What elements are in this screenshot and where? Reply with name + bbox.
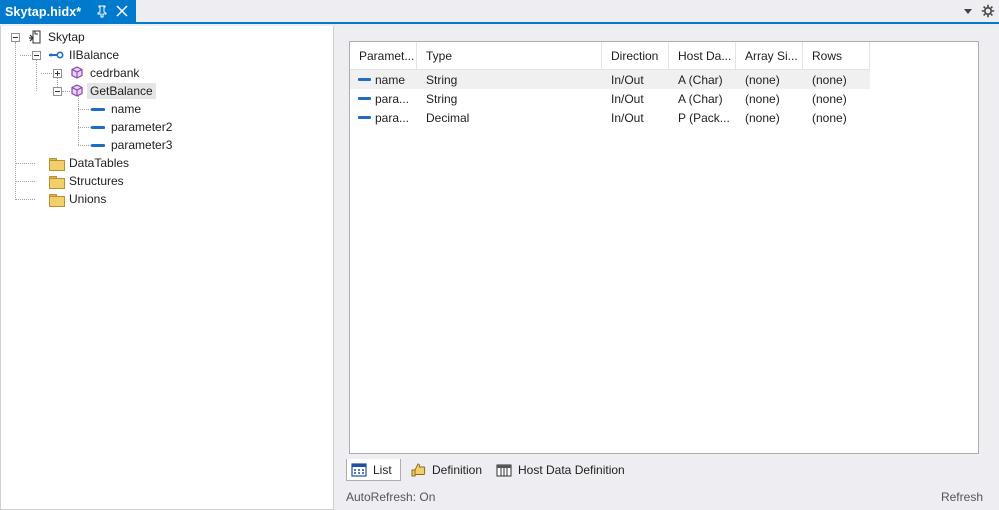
tree-line xyxy=(78,96,79,145)
chevron-down-icon[interactable] xyxy=(961,4,975,18)
cell-direction: In/Out xyxy=(611,72,644,87)
parameter-icon xyxy=(90,101,106,117)
column-header-array-size[interactable]: Array Si... xyxy=(736,42,803,70)
table-row[interactable]: para... Decimal In/Out P (Pack... (none)… xyxy=(350,108,870,127)
tree-node-interface[interactable]: IIBalance xyxy=(48,46,122,64)
tree-node-label: parameter3 xyxy=(111,138,173,152)
tree-node-label: Structures xyxy=(69,174,124,188)
interface-icon xyxy=(48,47,64,63)
tree-line xyxy=(15,42,16,200)
folder-icon xyxy=(48,191,65,207)
gear-icon[interactable] xyxy=(981,4,995,18)
host-data-icon xyxy=(496,462,512,478)
tree-node-folder[interactable]: DataTables xyxy=(48,154,132,172)
tree-node-label: GetBalance xyxy=(87,83,156,99)
tree-node-folder[interactable]: Unions xyxy=(48,190,109,208)
tab-list[interactable]: List xyxy=(346,459,401,481)
collapse-icon[interactable] xyxy=(11,33,20,42)
column-header-type[interactable]: Type xyxy=(417,42,602,70)
tree-panel: Skytap IIBalance cedrbank GetBalance nam… xyxy=(0,26,334,510)
tab-definition[interactable]: Definition xyxy=(406,459,488,481)
cell-type: Decimal xyxy=(426,110,470,125)
cell-text: name xyxy=(375,72,406,87)
cell-array-size: (none) xyxy=(745,72,780,87)
parameter-icon xyxy=(358,116,371,119)
tree-node-method-selected[interactable]: GetBalance xyxy=(69,82,156,100)
column-header-parameter[interactable]: Paramet... xyxy=(350,42,417,70)
document-tab-title: Skytap.hidx* xyxy=(5,5,82,19)
view-tab-bar: List Definition Host Data Definition xyxy=(344,457,999,483)
tree-node-label: Unions xyxy=(69,192,107,206)
tree-node-label: name xyxy=(111,102,142,116)
tree-node-root[interactable]: Skytap xyxy=(27,28,88,46)
tree-line xyxy=(15,181,35,182)
tree-node-method[interactable]: cedrbank xyxy=(69,64,142,82)
method-cube-icon xyxy=(69,65,85,81)
method-cube-icon xyxy=(69,83,85,99)
tab-label: Host Data Definition xyxy=(518,463,625,477)
list-grid-icon xyxy=(351,462,367,478)
tree-node-label: DataTables xyxy=(69,156,130,170)
cell-host-data: A (Char) xyxy=(678,91,723,106)
cell-direction: In/Out xyxy=(611,110,644,125)
cell-parameter: para... xyxy=(350,89,417,108)
document-tab-strip: Skytap.hidx* xyxy=(0,0,999,24)
parameter-icon xyxy=(358,97,371,100)
grid-header: Paramet... Type Direction Host Da... Arr… xyxy=(350,42,870,70)
parameter-list: Paramet... Type Direction Host Da... Arr… xyxy=(349,41,979,454)
cell-parameter: para... xyxy=(350,108,417,127)
tab-label: List xyxy=(373,462,392,477)
details-panel: Paramet... Type Direction Host Da... Arr… xyxy=(344,26,999,510)
tree-node-label: cedrbank xyxy=(90,66,140,80)
tree-node-label: IIBalance xyxy=(69,48,120,62)
tree-node-param[interactable]: parameter2 xyxy=(90,118,175,136)
folder-icon xyxy=(48,173,65,189)
autorefresh-status: AutoRefresh: On xyxy=(346,490,436,504)
cell-text: para... xyxy=(375,110,410,125)
cell-rows: (none) xyxy=(812,110,847,125)
tree-line xyxy=(15,163,35,164)
close-tab-icon[interactable] xyxy=(116,5,128,17)
cell-host-data: P (Pack... xyxy=(678,110,730,125)
cell-parameter: name xyxy=(350,70,417,89)
status-bar: AutoRefresh: On Refresh xyxy=(344,485,999,509)
document-tab[interactable]: Skytap.hidx* xyxy=(0,0,136,24)
cell-rows: (none) xyxy=(812,91,847,106)
pin-icon[interactable] xyxy=(96,4,108,18)
cell-type: String xyxy=(426,91,458,106)
definition-icon xyxy=(410,462,426,478)
tab-host-data-definition[interactable]: Host Data Definition xyxy=(492,459,631,481)
cell-array-size: (none) xyxy=(745,91,780,106)
table-row[interactable]: para... String In/Out A (Char) (none) (n… xyxy=(350,89,870,108)
tree-node-param[interactable]: parameter3 xyxy=(90,136,175,154)
refresh-link[interactable]: Refresh xyxy=(941,490,983,504)
table-row[interactable]: name String In/Out A (Char) (none) (none… xyxy=(350,70,870,89)
tree-line xyxy=(36,60,37,91)
parameter-icon xyxy=(90,137,106,153)
tab-label: Definition xyxy=(432,463,483,477)
cell-rows: (none) xyxy=(812,72,847,87)
tree-node-label: parameter2 xyxy=(111,120,173,134)
cell-host-data: A (Char) xyxy=(678,72,723,87)
expand-icon[interactable] xyxy=(53,69,62,78)
parameter-icon xyxy=(90,119,106,135)
parameter-icon xyxy=(358,78,371,81)
cell-direction: In/Out xyxy=(611,91,644,106)
tree-node-label: Skytap xyxy=(48,30,85,44)
tree-line xyxy=(15,199,35,200)
folder-icon xyxy=(48,155,65,171)
collapse-icon[interactable] xyxy=(53,87,62,96)
library-icon xyxy=(27,29,43,45)
collapse-icon[interactable] xyxy=(32,51,41,60)
column-header-rows[interactable]: Rows xyxy=(803,42,870,70)
column-header-direction[interactable]: Direction xyxy=(602,42,669,70)
tree-node-param[interactable]: name xyxy=(90,100,144,118)
cell-array-size: (none) xyxy=(745,110,780,125)
panel-splitter[interactable] xyxy=(334,26,344,510)
cell-type: String xyxy=(426,72,458,87)
cell-text: para... xyxy=(375,91,410,106)
tree-node-folder[interactable]: Structures xyxy=(48,172,127,190)
column-header-host-data[interactable]: Host Da... xyxy=(669,42,736,70)
